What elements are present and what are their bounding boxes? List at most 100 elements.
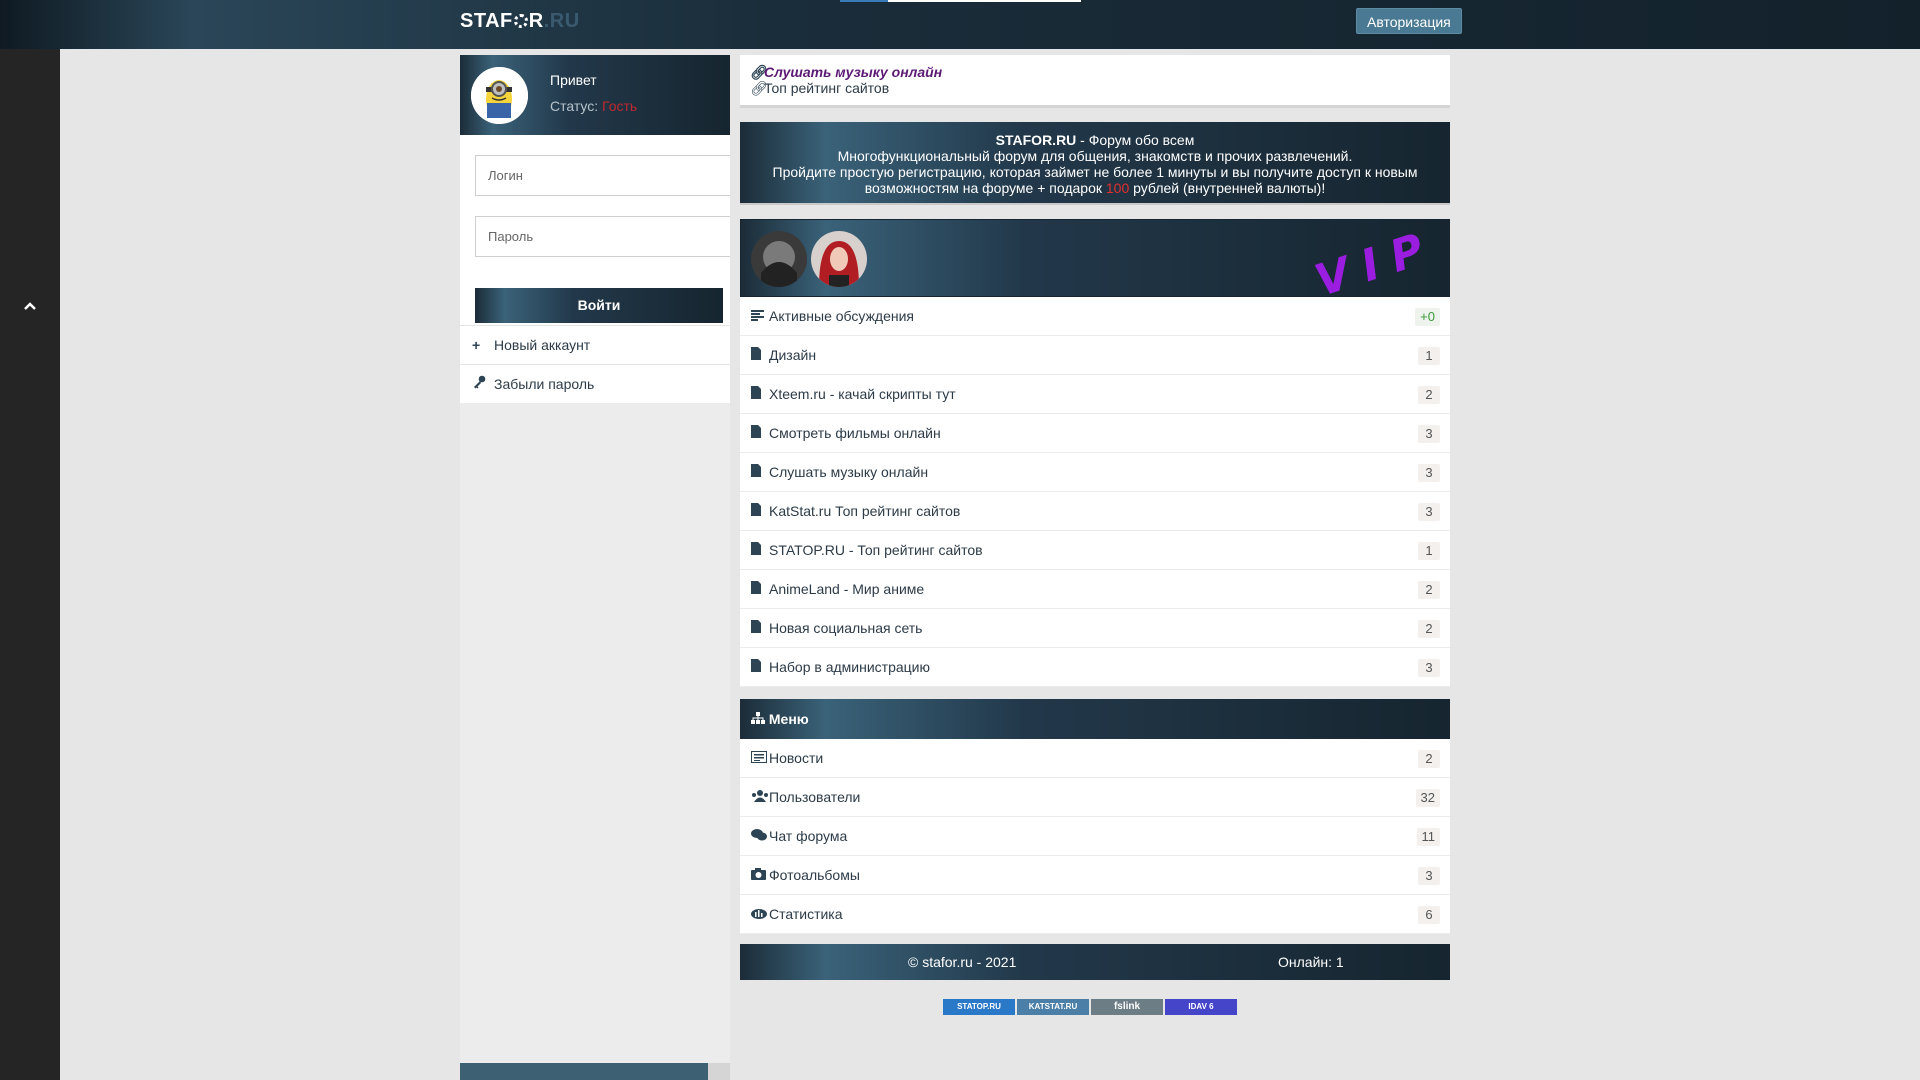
count-badge: 2 (1418, 386, 1440, 404)
logo-text-r: R (528, 10, 544, 32)
list-item[interactable]: STATOP.RU - Топ рейтинг сайтов 1 (740, 531, 1450, 570)
menu-item-stats[interactable]: Статистика 6 (740, 895, 1450, 934)
profile-header: Привет Статус: Гость (460, 55, 730, 135)
file-icon (751, 531, 769, 570)
menu-list: Новости 2 Пользователи 32 Чат форума 11 Фот… (740, 739, 1450, 934)
file-icon (751, 375, 769, 414)
count-badge: 3 (1418, 464, 1440, 482)
counter-idav[interactable]: IDAV 6 (1165, 999, 1237, 1015)
tab-indicator-active (840, 0, 888, 2)
list-item[interactable]: Новая социальная сеть 2 (740, 609, 1450, 648)
count-badge: 3 (1418, 659, 1440, 677)
count-badge: 3 (1418, 867, 1440, 885)
link-icon: 🔗︎ (750, 80, 768, 96)
menu-item-news[interactable]: Новости 2 (740, 739, 1450, 778)
banner-title-rest: - Форум обо всем (1076, 132, 1195, 148)
counter-fslink[interactable]: fslink (1091, 999, 1163, 1015)
file-icon (751, 570, 769, 609)
logo-text: STAF (460, 10, 513, 32)
menu-title: Меню (768, 711, 809, 727)
count-badge: 1 (1418, 542, 1440, 560)
chat-icon (751, 817, 769, 856)
banner-line-3: Пройдите простую регистрацию, которая за… (772, 164, 1418, 180)
list-item[interactable]: Дизайн 1 (740, 336, 1450, 375)
auth-button[interactable]: Авторизация (1356, 8, 1462, 34)
counter-katstat[interactable]: KATSTAT.RU (1017, 999, 1089, 1015)
quick-links: 🔗︎Слушать музыку онлайн 🔗︎Топ рейтинг са… (740, 55, 1450, 108)
file-icon (751, 648, 769, 687)
list-item[interactable]: Слушать музыку онлайн 3 (740, 453, 1450, 492)
left-panel (0, 49, 60, 1080)
top-bar: STAF R.RU Авторизация (0, 0, 1920, 49)
users-icon (751, 778, 769, 817)
new-account-label: Новый аккаунт (494, 337, 591, 353)
list-item-label: STATOP.RU - Топ рейтинг сайтов (769, 542, 983, 558)
active-discussions-row[interactable]: Активные обсуждения +0 (740, 297, 1450, 336)
menu-item-label: Фотоальбомы (769, 867, 860, 883)
link-icon: 🔗︎ (750, 64, 768, 80)
vip-avatar[interactable] (811, 231, 867, 287)
menu-item-label: Чат форума (769, 828, 848, 844)
counter-statop[interactable]: STATOP.RU (943, 999, 1015, 1015)
site-logo[interactable]: STAF R.RU (460, 10, 580, 33)
file-icon (751, 609, 769, 648)
vip-panel: VIP (740, 219, 1450, 307)
banner-title: STAFOR.RU (995, 132, 1077, 148)
sidebar: Привет Статус: Гость Войти + Новый аккаун… (460, 55, 730, 1080)
menu-item-chat[interactable]: Чат форума 11 (740, 817, 1450, 856)
forgot-password-link[interactable]: Забыли пароль (460, 364, 730, 403)
welcome-banner: STAFOR.RU - Форум обо всем Многофункцион… (740, 122, 1450, 205)
quick-link-top[interactable]: 🔗︎Топ рейтинг сайтов (750, 80, 1440, 96)
list-item[interactable]: AnimeLand - Мир аниме 2 (740, 570, 1450, 609)
list-item-label: AnimeLand - Мир аниме (769, 581, 925, 597)
count-badge: 11 (1416, 828, 1440, 846)
banner-bonus-amount: 100 (1105, 180, 1130, 196)
tab-indicator (888, 0, 1081, 2)
list-item-label: Набор в администрацию (769, 659, 930, 675)
quick-link-top-label: Топ рейтинг сайтов (764, 80, 890, 96)
banner-line-4: возможностям на форуме + подарок 100 руб… (740, 180, 1450, 196)
list-item-label: Смотреть фильмы онлайн (769, 425, 941, 441)
new-account-link[interactable]: + Новый аккаунт (460, 325, 730, 364)
sidebar-bottom-tab-end (708, 1063, 730, 1080)
count-badge: +0 (1415, 308, 1440, 326)
list-item-label: Активные обсуждения (769, 308, 915, 324)
list-item-label: Дизайн (769, 347, 817, 363)
footer: © stafor.ru - 2021 Онлайн: 1 (740, 944, 1450, 980)
file-icon (751, 414, 769, 453)
list-item[interactable]: KatStat.ru Топ рейтинг сайтов 3 (740, 492, 1450, 531)
login-input[interactable] (475, 155, 730, 196)
list-item[interactable]: Набор в администрацию 3 (740, 648, 1450, 687)
banner-line-2: Многофункциональный форум для общения, з… (837, 148, 1353, 164)
vip-label: VIP (1309, 219, 1444, 308)
count-badge: 3 (1418, 503, 1440, 521)
forum-list: Активные обсуждения +0 Дизайн 1 Xteem.ru … (740, 297, 1450, 687)
menu-item-photos[interactable]: Фотоальбомы 3 (740, 856, 1450, 895)
file-icon (751, 336, 769, 375)
main-content: 🔗︎Слушать музыку онлайн 🔗︎Топ рейтинг са… (740, 55, 1450, 980)
banner-line-4b: рублей (внутренней валюты)! (1129, 180, 1326, 196)
sidebar-bottom-tab (460, 1063, 708, 1080)
file-icon (751, 492, 769, 531)
login-button[interactable]: Войти (475, 288, 723, 323)
list-item[interactable]: Xteem.ru - качай скрипты тут 2 (740, 375, 1450, 414)
banner-title-line: STAFOR.RU - Форум обо всем (740, 132, 1450, 148)
scroll-up-icon[interactable] (22, 299, 38, 315)
menu-item-label: Статистика (769, 906, 843, 922)
status-line: Статус: Гость (550, 98, 637, 114)
list-icon (751, 297, 769, 336)
menu-item-users[interactable]: Пользователи 32 (740, 778, 1450, 817)
sitemap-icon (751, 711, 765, 727)
login-form: Войти (460, 135, 730, 325)
vip-avatar[interactable] (751, 231, 807, 287)
count-badge: 32 (1415, 789, 1440, 807)
file-icon (751, 453, 769, 492)
list-item-label: Новая социальная сеть (769, 620, 923, 636)
list-item[interactable]: Смотреть фильмы онлайн 3 (740, 414, 1450, 453)
password-input[interactable] (475, 216, 730, 257)
count-badge: 1 (1418, 347, 1440, 365)
stats-icon (751, 895, 769, 934)
quick-link-music[interactable]: 🔗︎Слушать музыку онлайн (750, 64, 1440, 80)
online-count[interactable]: Онлайн: 1 (1278, 944, 1344, 980)
count-badge: 6 (1418, 906, 1440, 924)
